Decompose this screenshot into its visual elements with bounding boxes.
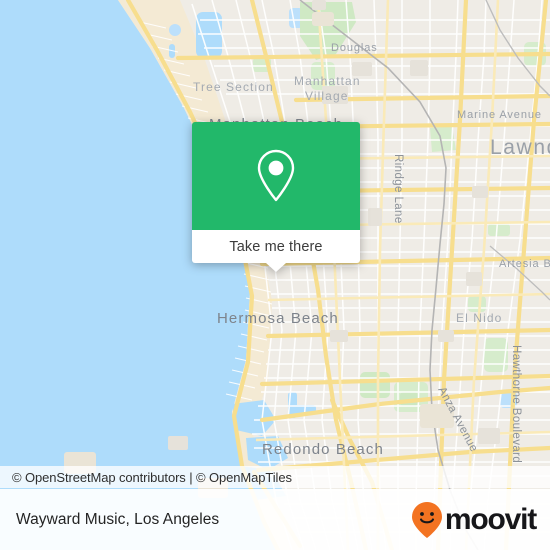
map-canvas[interactable]: Douglas Tree Section Manhattan Village Marin… — [0, 0, 550, 550]
moovit-wordmark: moovit — [444, 502, 537, 536]
map-pin-icon — [257, 149, 295, 202]
take-me-there-label: Take me there — [229, 238, 323, 255]
popup-pointer-tail — [266, 263, 286, 272]
moovit-logo[interactable]: moovit — [411, 501, 537, 539]
map-attribution-bar: © OpenStreetMap contributors | © OpenMap… — [0, 466, 550, 488]
bottom-info-bar: Wayward Music, Los Angeles moovit — [0, 489, 550, 550]
moovit-smiley-pin-icon — [411, 501, 442, 538]
map-screenshot: Douglas Tree Section Manhattan Village Marin… — [0, 0, 550, 550]
popup-header — [192, 122, 360, 230]
place-title: Wayward Music, Los Angeles — [16, 510, 220, 528]
attribution-text[interactable]: © OpenStreetMap contributors | © OpenMap… — [12, 470, 292, 485]
take-me-there-button[interactable]: Take me there — [192, 230, 360, 263]
location-popup-card[interactable]: Take me there — [192, 122, 360, 272]
